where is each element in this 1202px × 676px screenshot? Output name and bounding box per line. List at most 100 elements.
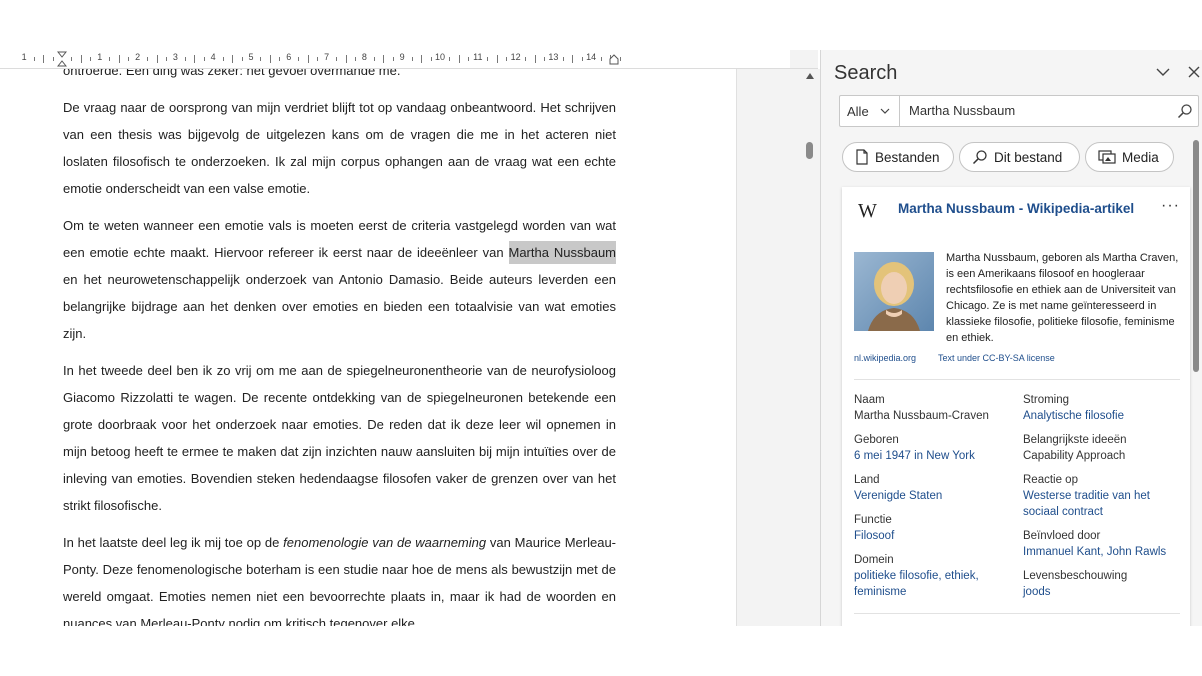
ruler-number: 1 xyxy=(97,52,103,62)
fact-link[interactable]: Verenigde Staten xyxy=(854,488,1014,504)
document-body[interactable]: ontroerde. Één ding was zeker: het gevoe… xyxy=(63,69,617,626)
chip-label: Bestanden xyxy=(875,149,940,165)
ruler-tick xyxy=(600,57,602,61)
search-highlight: Martha Nussbaum xyxy=(508,241,617,264)
license-link[interactable]: Text under CC-BY-SA license xyxy=(938,353,1055,363)
ruler-number: 4 xyxy=(210,52,216,62)
pane-scrollbar-thumb[interactable] xyxy=(1193,140,1199,372)
ruler-number: 7 xyxy=(324,52,330,62)
pane-title: Search xyxy=(834,62,898,84)
ruler-tick xyxy=(118,55,120,63)
fact-link[interactable]: Filosoof xyxy=(854,528,1014,544)
person-photo[interactable] xyxy=(854,252,934,331)
fact-link[interactable]: joods xyxy=(1023,584,1183,600)
scope-dropdown[interactable]: Alle xyxy=(840,96,900,126)
paragraph: Om te weten wanneer een emotie vals is m… xyxy=(63,212,617,347)
ruler-tick xyxy=(392,57,394,61)
fact-value: Capability Approach xyxy=(1023,450,1126,462)
fact-item: Beïnvloed door Immanuel Kant, John Rawls xyxy=(1023,528,1183,560)
search-icon xyxy=(972,150,987,165)
horizontal-ruler[interactable]: 1 1 2 3 4 5 6 7 8 9 10 11 12 13 14 xyxy=(0,50,818,69)
ruler-tick xyxy=(373,57,375,61)
ruler-tick xyxy=(307,55,309,63)
ruler-tick xyxy=(80,55,82,63)
ruler-number: 5 xyxy=(248,52,254,62)
files-filter-button[interactable]: Bestanden xyxy=(842,142,954,172)
ruler-tick xyxy=(232,55,234,63)
ruler-tick xyxy=(43,55,45,63)
ruler-tick xyxy=(71,57,73,61)
fact-label: Domein xyxy=(854,554,894,566)
close-icon[interactable] xyxy=(1187,65,1201,79)
ruler-tick xyxy=(317,57,319,61)
ruler-number: 2 xyxy=(135,52,141,62)
wikipedia-article-link[interactable]: Martha Nussbaum - Wikipedia-artikel xyxy=(898,201,1134,216)
indent-marker-icon[interactable] xyxy=(57,51,67,67)
fact-link[interactable]: Westerse traditie van het sociaal contra… xyxy=(1023,488,1183,520)
ruler-tick xyxy=(165,57,167,61)
fact-item: Domein politieke filosofie, ethiek, femi… xyxy=(854,552,1014,600)
ruler-tick xyxy=(506,57,508,61)
chevron-down-icon[interactable] xyxy=(1156,65,1170,79)
facts-column-right: Stroming Analytische filosofie Belangrij… xyxy=(1023,392,1183,608)
ruler-tick xyxy=(194,55,196,63)
ruler-tick xyxy=(383,55,385,63)
search-box: Alle Martha Nussbaum xyxy=(839,95,1199,127)
fact-link[interactable]: 6 mei 1947 in New York xyxy=(854,448,1014,464)
text-run: In het laatste deel leg ik mij toe op de xyxy=(63,535,284,550)
fact-label: Functie xyxy=(854,514,892,526)
fact-label: Land xyxy=(854,474,880,486)
chip-label: Media xyxy=(1122,149,1159,165)
ruler-number: 12 xyxy=(510,52,521,62)
ruler-tick xyxy=(147,57,149,61)
more-options-icon[interactable]: ··· xyxy=(1161,197,1180,215)
search-input[interactable]: Martha Nussbaum xyxy=(909,96,1015,126)
document-canvas[interactable]: ontroerde. Één ding was zeker: het gevoe… xyxy=(0,69,736,626)
this-file-filter-button[interactable]: Dit bestand xyxy=(959,142,1080,172)
file-icon xyxy=(856,149,868,165)
ruler-tick xyxy=(619,57,621,61)
fact-value: Martha Nussbaum-Craven xyxy=(854,410,989,422)
paragraph: De vraag naar de oorsprong van mijn verd… xyxy=(63,100,616,196)
ruler-tick xyxy=(345,55,347,63)
fact-item: Naam Martha Nussbaum-Craven xyxy=(854,392,1014,424)
text-run: en het neurowetenschappelijk onderzoek v… xyxy=(63,272,616,341)
ruler-tick xyxy=(525,57,527,61)
paragraph: In het laatste deel leg ik mij toe op de… xyxy=(63,529,616,626)
fact-link[interactable]: Immanuel Kant, John Rawls xyxy=(1023,544,1183,560)
ruler-tick xyxy=(496,55,498,63)
search-icon[interactable] xyxy=(1177,103,1193,119)
ruler-tick xyxy=(156,55,158,63)
fact-item: Belangrijkste ideeën Capability Approach xyxy=(1023,432,1183,464)
scroll-up-icon[interactable] xyxy=(806,73,814,79)
ruler-tick xyxy=(279,57,281,61)
fact-item: Reactie op Westerse traditie van het soc… xyxy=(1023,472,1183,520)
document-scrollbar-thumb[interactable] xyxy=(806,142,813,159)
ruler-number: 11 xyxy=(473,52,483,62)
fact-link[interactable]: politieke filosofie, ethiek, feminisme xyxy=(854,568,1014,600)
ruler-tick xyxy=(269,55,271,63)
paragraph-cut: ontroerde. Één ding was zeker: het gevoe… xyxy=(63,69,401,78)
fact-item: Functie Filosoof xyxy=(854,512,1014,544)
source-link[interactable]: nl.wikipedia.org xyxy=(854,353,916,363)
right-indent-marker-icon[interactable] xyxy=(609,53,619,65)
ruler-tick xyxy=(534,55,536,63)
ruler-tick xyxy=(203,57,205,61)
fact-link[interactable]: Analytische filosofie xyxy=(1023,408,1183,424)
ruler-tick xyxy=(33,57,35,61)
ruler-number: 3 xyxy=(172,52,178,62)
fact-item: Stroming Analytische filosofie xyxy=(1023,392,1183,424)
fact-label: Belangrijkste ideeën xyxy=(1023,434,1127,446)
article-summary: Martha Nussbaum, geboren als Martha Crav… xyxy=(946,252,1179,344)
ruler-tick xyxy=(468,57,470,61)
ruler-tick xyxy=(336,57,338,61)
ruler-number: 10 xyxy=(434,52,446,62)
media-filter-button[interactable]: Media xyxy=(1085,142,1174,172)
ruler-number: 14 xyxy=(586,52,597,62)
chevron-down-icon xyxy=(880,108,890,114)
divider xyxy=(854,613,1180,614)
ruler-tick xyxy=(52,57,54,61)
ruler-tick xyxy=(354,57,356,61)
ruler-tick xyxy=(430,57,432,61)
ruler-tick xyxy=(487,57,489,61)
